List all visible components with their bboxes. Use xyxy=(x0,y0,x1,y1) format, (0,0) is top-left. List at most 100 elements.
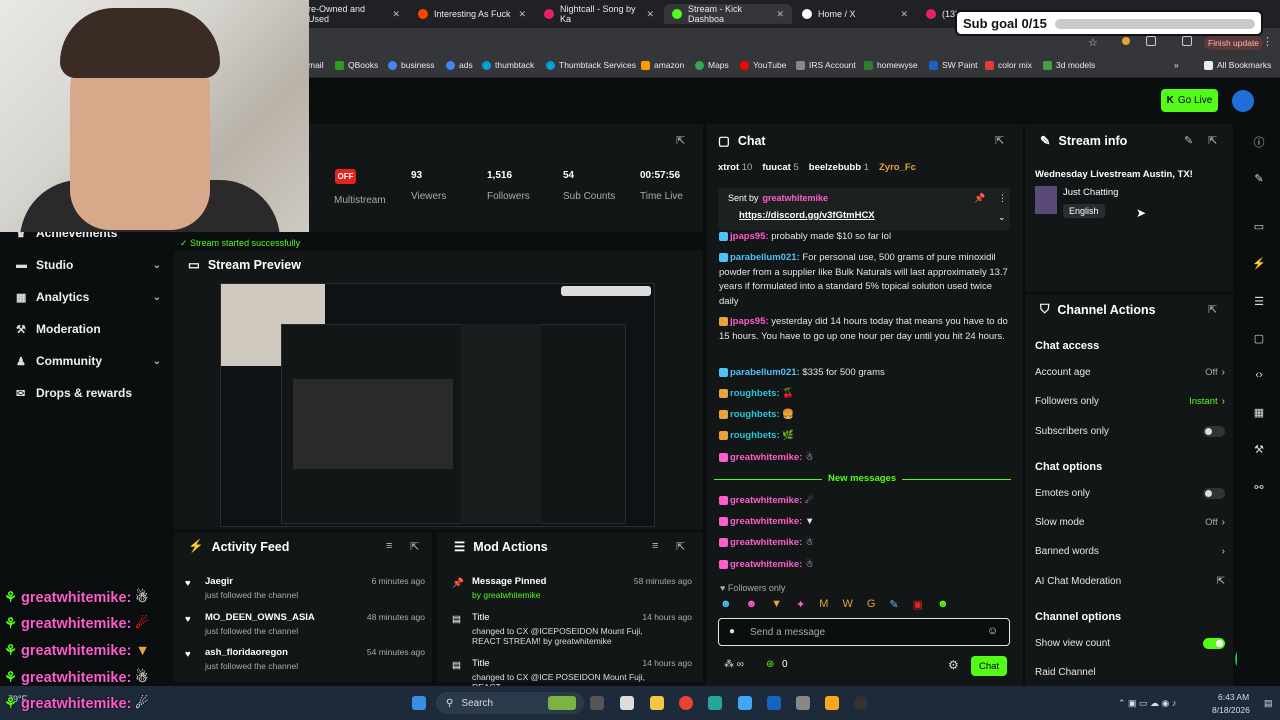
filter-icon[interactable]: ≡ xyxy=(386,540,392,552)
sidebar-item-drops[interactable]: ✉ Drops & rewards xyxy=(16,386,161,400)
calendar-icon[interactable]: ▦ xyxy=(1252,406,1266,420)
code-icon[interactable]: ‹› xyxy=(1252,369,1266,383)
close-tab-icon[interactable]: ✕ xyxy=(776,9,784,20)
calculator-icon[interactable] xyxy=(796,696,810,710)
bookmark[interactable]: business xyxy=(388,60,435,70)
gifter[interactable]: Zyro_Fc xyxy=(879,162,916,176)
expand-icon[interactable]: ⇱ xyxy=(410,540,419,553)
sidebar-item-studio[interactable]: ▬ Studio ⌄ xyxy=(16,258,161,272)
bookmark[interactable]: IRS Account xyxy=(796,60,856,70)
go-live-button[interactable]: K Go Live xyxy=(1161,89,1218,112)
bookmark[interactable]: 3d models xyxy=(1043,60,1095,70)
bookmark[interactable]: YouTube xyxy=(740,60,786,70)
sidebar-item-analytics[interactable]: ▦ Analytics ⌄ xyxy=(16,290,161,304)
file-icon[interactable] xyxy=(620,696,634,710)
browser-tab[interactable]: Home / X ✕ xyxy=(794,4,916,24)
bookmark[interactable]: homewyse xyxy=(864,60,918,70)
multistream-label[interactable]: Multistream xyxy=(334,195,386,206)
bookmark[interactable]: thumbtack xyxy=(482,60,534,70)
emote-icon[interactable]: ☻ xyxy=(720,598,732,612)
expand-icon[interactable]: ⇱ xyxy=(1208,134,1217,147)
windows-start-icon[interactable] xyxy=(412,696,426,710)
stream-preview-video[interactable] xyxy=(220,283,655,527)
followers-only-setting[interactable]: Followers only Instant › xyxy=(1035,396,1225,407)
expand-icon[interactable]: ⇱ xyxy=(1208,303,1217,316)
folder-icon[interactable] xyxy=(650,696,664,710)
emote-icon[interactable]: G xyxy=(867,598,876,612)
chevron-down-icon[interactable]: ⌄ xyxy=(998,212,1006,223)
emote-icon[interactable]: ☻ xyxy=(937,598,949,612)
expand-icon[interactable]: ⇱ xyxy=(676,134,685,147)
pinned-link[interactable]: https://discord.gg/v3fGtmHCX xyxy=(739,210,875,221)
browser-tab[interactable]: (13) xyxy=(918,4,958,24)
ai-moderation-setting[interactable]: AI Chat Moderation ⇱ xyxy=(1035,576,1225,587)
all-bookmarks[interactable]: All Bookmarks xyxy=(1204,60,1271,70)
slow-mode-setting[interactable]: Slow mode Off › xyxy=(1035,517,1225,528)
account-age-setting[interactable]: Account age Off › xyxy=(1035,367,1225,378)
video-icon[interactable]: ▭ xyxy=(1252,220,1266,234)
chat-user[interactable]: jpaps95: xyxy=(730,231,769,242)
chat-user[interactable]: greatwhitemike: xyxy=(730,516,802,527)
taskbar-widget-icon[interactable] xyxy=(548,696,576,710)
emote-icon[interactable]: ☻ xyxy=(746,598,758,612)
chat-input[interactable]: ● Send a message ☺ xyxy=(718,618,1010,646)
emoji-icon[interactable]: ☺ xyxy=(987,625,998,637)
edit-icon[interactable]: ✎ xyxy=(1184,134,1193,147)
bookmark[interactable]: ads xyxy=(446,60,473,70)
finish-update-button[interactable]: Finish update xyxy=(1204,36,1264,50)
browser-tab[interactable]: re-Owned and Used ✕ xyxy=(300,4,408,24)
sidebar-item-community[interactable]: ♟ Community ⌄ xyxy=(16,354,161,368)
task-view-icon[interactable] xyxy=(590,696,604,710)
chat-user[interactable]: roughbets: xyxy=(730,388,780,399)
close-tab-icon[interactable]: ✕ xyxy=(646,9,654,20)
chat-send-button[interactable]: Chat xyxy=(971,656,1007,676)
gear-icon[interactable]: ⚙ xyxy=(948,658,959,672)
bookmark[interactable]: color mix xyxy=(985,60,1032,70)
notification-icon[interactable]: ▤ xyxy=(1264,698,1273,709)
more-icon[interactable]: ⋮ xyxy=(998,193,1007,204)
bookmark[interactable]: QBooks xyxy=(335,60,378,70)
list-icon[interactable]: ☰ xyxy=(1252,295,1266,309)
emote-icon[interactable]: ✎ xyxy=(889,598,898,612)
gifter[interactable]: fuucat 5 xyxy=(762,162,798,176)
chat-user[interactable]: parabellum021: xyxy=(730,252,800,263)
bookmark[interactable]: Thumbtack Services xyxy=(546,60,636,70)
obs-icon[interactable] xyxy=(854,696,868,710)
pin-icon[interactable]: 📌 xyxy=(974,193,985,204)
close-tab-icon[interactable]: ✕ xyxy=(392,9,400,20)
browser-tab[interactable]: Interesting As Fuck ✕ xyxy=(410,4,534,24)
menu-icon[interactable]: ⋮ xyxy=(1262,35,1273,48)
extension-icon[interactable] xyxy=(1122,37,1130,45)
pencil-icon[interactable]: ✎ xyxy=(1252,172,1266,186)
bookmark[interactable]: amazon xyxy=(641,60,684,70)
emote-icon[interactable]: ✦ xyxy=(796,598,805,612)
points-icon[interactable]: ⁂ ∞ xyxy=(724,659,744,670)
browser-tab[interactable]: Nightcall - Song by Ka ✕ xyxy=(536,4,662,24)
chat-user[interactable]: roughbets: xyxy=(730,430,780,441)
filter-icon[interactable]: ≡ xyxy=(652,540,658,552)
bookmark[interactable]: SW Paint xyxy=(929,60,977,70)
puzzle-icon[interactable] xyxy=(1146,36,1156,46)
chrome-icon[interactable] xyxy=(679,696,693,710)
app-icon[interactable] xyxy=(738,696,752,710)
info-icon[interactable]: ⓘ xyxy=(1252,134,1266,149)
avatar[interactable] xyxy=(1232,90,1254,112)
expand-icon[interactable]: ⇱ xyxy=(676,540,685,553)
bookmark[interactable]: Maps xyxy=(695,60,729,70)
expand-icon[interactable]: ⇱ xyxy=(995,134,1004,147)
bookmark[interactable]: mail xyxy=(308,60,324,70)
sidebar-item-moderation[interactable]: ⚒ Moderation xyxy=(16,322,161,336)
star-icon[interactable]: ☆ xyxy=(1088,36,1098,49)
emote-icon[interactable]: ▼ xyxy=(771,598,782,612)
emotes-only-toggle[interactable] xyxy=(1203,488,1225,499)
share-icon[interactable]: ⚯ xyxy=(1252,481,1266,495)
subscribers-only-toggle[interactable] xyxy=(1203,426,1225,437)
app-icon[interactable] xyxy=(708,696,722,710)
more-bookmarks-icon[interactable]: » xyxy=(1174,60,1179,70)
chat-user[interactable]: jpaps95: xyxy=(730,316,769,327)
gifter[interactable]: xtrot 10 xyxy=(718,162,752,176)
wrench-icon[interactable]: ⚒ xyxy=(1252,443,1266,457)
browser-tab-active[interactable]: Stream - Kick Dashboa ✕ xyxy=(664,4,792,24)
system-tray-icons[interactable]: ⌃ ▣ ▭ ☁ ◉ ♪ xyxy=(1118,698,1176,709)
gifter[interactable]: beelzebubb 1 xyxy=(809,162,869,176)
